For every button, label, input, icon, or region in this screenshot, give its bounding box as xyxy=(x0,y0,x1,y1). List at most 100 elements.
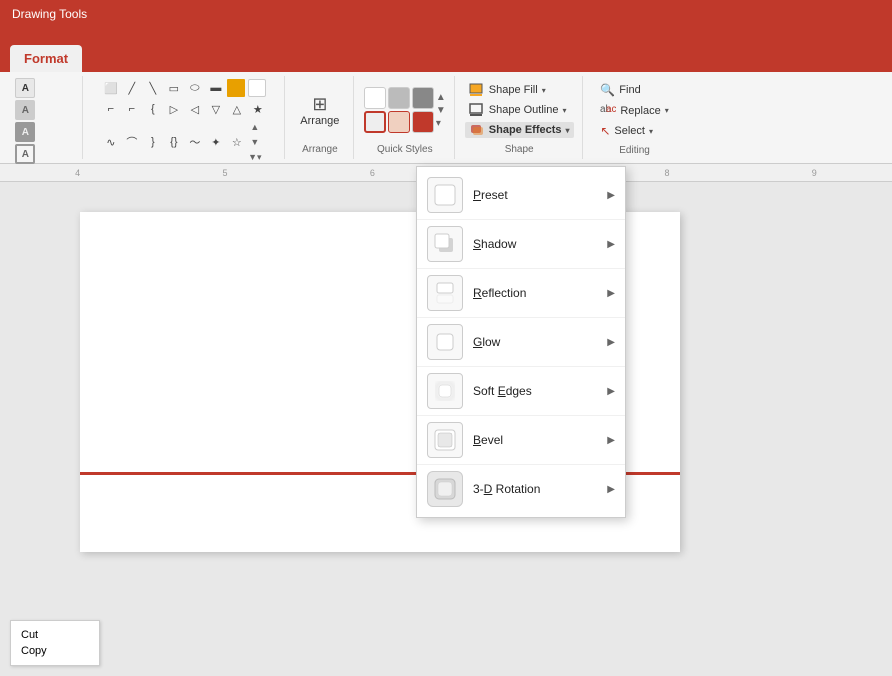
shape-brace[interactable]: { xyxy=(143,99,163,119)
shape-outline-button[interactable]: Shape Outline ▾ xyxy=(465,102,574,118)
arrange-group-label: Arrange xyxy=(302,144,338,155)
wordart-style-1[interactable]: A xyxy=(15,78,35,98)
shape-line2[interactable]: ╲ xyxy=(143,78,163,98)
qs-down[interactable]: ▼ xyxy=(436,105,446,116)
qs-sample-3[interactable] xyxy=(412,87,434,109)
preset-label: Preset xyxy=(473,188,597,202)
qs-dropdown: ▲ ▼ ▾ xyxy=(436,92,446,129)
shape-scroll[interactable]: ☆ xyxy=(227,132,247,152)
ribbon-group-quickstyles: ▲ ▼ ▾ Quick Styles xyxy=(356,76,455,159)
glow-icon xyxy=(427,324,463,360)
menu-item-3d-rotation[interactable]: 3-D Rotation ▶ xyxy=(417,465,625,513)
qs-sample-5[interactable] xyxy=(388,111,410,133)
svg-text:ac: ac xyxy=(606,104,616,115)
cut-item[interactable]: Cut xyxy=(21,627,89,643)
shape-group-label: Shape xyxy=(505,144,534,155)
shape-freeform[interactable]: ∿ xyxy=(101,132,121,152)
tab-format[interactable]: Format xyxy=(10,45,82,72)
shape-arrow-l[interactable]: ◁ xyxy=(185,99,205,119)
reflection-chevron: ▶ xyxy=(607,288,615,299)
ribbon-body: A A A A A▾ A▾ A▾ WordArt Styles ⬜ ╱ ╲ ▭ … xyxy=(0,72,892,164)
shape-controls: Shape Fill ▾ Shape Outline ▾ Shape Effec… xyxy=(465,78,574,142)
qs-sample-2[interactable] xyxy=(388,87,410,109)
find-icon: 🔍 xyxy=(600,83,615,97)
shape-bracket[interactable]: ⌐ xyxy=(122,99,142,119)
shape-orange-rect[interactable] xyxy=(227,79,245,97)
shape-fill-icon xyxy=(469,83,485,97)
shape-brace2[interactable]: } xyxy=(143,132,163,152)
menu-item-shadow[interactable]: Shadow ▶ xyxy=(417,220,625,269)
shape-oval[interactable]: ⬭ xyxy=(185,78,205,98)
select-chevron[interactable]: ▾ xyxy=(649,127,653,136)
shape-outline-icon xyxy=(469,103,485,117)
ribbon-group-shape: Shape Fill ▾ Shape Outline ▾ Shape Effec… xyxy=(457,76,583,159)
shape-outline-label: Shape Outline xyxy=(489,104,559,116)
select-button[interactable]: ↖ Select ▾ xyxy=(596,123,672,139)
shape-effects-button[interactable]: Shape Effects ▾ xyxy=(465,122,574,138)
title-text: Drawing Tools xyxy=(12,7,87,21)
shape-rect[interactable]: ▭ xyxy=(164,78,184,98)
shape-rect2[interactable]: ▬ xyxy=(206,78,226,98)
glow-chevron: ▶ xyxy=(607,337,615,348)
shape-effects-chevron[interactable]: ▾ xyxy=(566,126,570,135)
shape-fill-chevron[interactable]: ▾ xyxy=(542,86,546,95)
bevel-label: Bevel xyxy=(473,433,597,447)
shape-line[interactable]: ╱ xyxy=(122,78,142,98)
shape-white-rect[interactable] xyxy=(248,79,266,97)
shape-arrow-d[interactable]: ▽ xyxy=(206,99,226,119)
wordart-style-3[interactable]: A xyxy=(15,122,35,142)
qs-sample-6[interactable] xyxy=(412,111,434,133)
menu-item-preset[interactable]: Preset ▶ xyxy=(417,171,625,220)
ribbon-group-editing: 🔍 Find abac Replace ▾ ↖ Select ▾ Editing xyxy=(585,76,685,159)
copy-item[interactable]: Copy xyxy=(21,643,89,659)
shape-star[interactable]: ★ xyxy=(248,99,268,119)
replace-button[interactable]: abac Replace ▾ xyxy=(596,102,672,119)
ribbon-group-arrange: ⊞ Arrange Arrange xyxy=(287,76,354,159)
shapes-scroll-controls: ▲ ▼ ▼▾ xyxy=(248,120,268,164)
find-button[interactable]: 🔍 Find xyxy=(596,82,672,98)
qs-more[interactable]: ▾ xyxy=(436,118,446,129)
select-label: Select xyxy=(614,125,645,137)
editing-controls: 🔍 Find abac Replace ▾ ↖ Select ▾ xyxy=(596,78,672,143)
shape-arrow-u[interactable]: △ xyxy=(227,99,247,119)
preset-icon xyxy=(427,177,463,213)
qs-sample-4[interactable] xyxy=(364,111,386,133)
editing-group-label: Editing xyxy=(619,145,650,156)
shape-text[interactable]: ⬜ xyxy=(101,78,121,98)
qs-samples xyxy=(364,87,434,133)
menu-item-reflection[interactable]: Reflection ▶ xyxy=(417,269,625,318)
ruler-tick-4: 4 xyxy=(4,168,151,178)
shape-brace3[interactable]: {} xyxy=(164,132,184,152)
wordart-style-4[interactable]: A xyxy=(15,144,35,164)
shapes-grid: ⬜ ╱ ╲ ▭ ⬭ ▬ ⌐ ⌐ { ▷ ◁ ▽ △ ★ ∿ ⌒ } xyxy=(101,78,268,164)
menu-item-soft-edges[interactable]: Soft Edges ▶ xyxy=(417,367,625,416)
menu-item-glow[interactable]: Glow ▶ xyxy=(417,318,625,367)
shape-effects-icon xyxy=(469,123,485,137)
glow-label: Glow xyxy=(473,335,597,349)
shadow-icon xyxy=(427,226,463,262)
shape-fill-button[interactable]: Shape Fill ▾ xyxy=(465,82,574,98)
quickstyles-group-label: Quick Styles xyxy=(377,144,433,155)
shadow-chevron: ▶ xyxy=(607,239,615,250)
qs-sample-1[interactable] xyxy=(364,87,386,109)
replace-chevron[interactable]: ▾ xyxy=(665,106,669,115)
arrange-button[interactable]: ⊞ Arrange xyxy=(295,90,345,131)
qs-up[interactable]: ▲ xyxy=(436,92,446,103)
select-icon: ↖ xyxy=(600,124,610,138)
wordart-style-2[interactable]: A xyxy=(15,100,35,120)
shape-star2[interactable]: ✦ xyxy=(206,132,226,152)
shape-outline-chevron[interactable]: ▾ xyxy=(562,106,566,115)
shape-curve[interactable]: ⌒ xyxy=(122,132,142,152)
bevel-chevron: ▶ xyxy=(607,435,615,446)
shape-wavy[interactable]: 〜 xyxy=(185,132,205,152)
scroll-down[interactable]: ▼ xyxy=(248,135,262,149)
soft-edges-icon xyxy=(427,373,463,409)
preset-chevron: ▶ xyxy=(607,190,615,201)
reflection-icon xyxy=(427,275,463,311)
shape-arrow-r[interactable]: ▷ xyxy=(164,99,184,119)
menu-item-bevel[interactable]: Bevel ▶ xyxy=(417,416,625,465)
scroll-up[interactable]: ▲ xyxy=(248,120,262,134)
scroll-more[interactable]: ▼▾ xyxy=(248,150,262,164)
shape-angle[interactable]: ⌐ xyxy=(101,99,121,119)
replace-label: Replace xyxy=(620,105,660,117)
